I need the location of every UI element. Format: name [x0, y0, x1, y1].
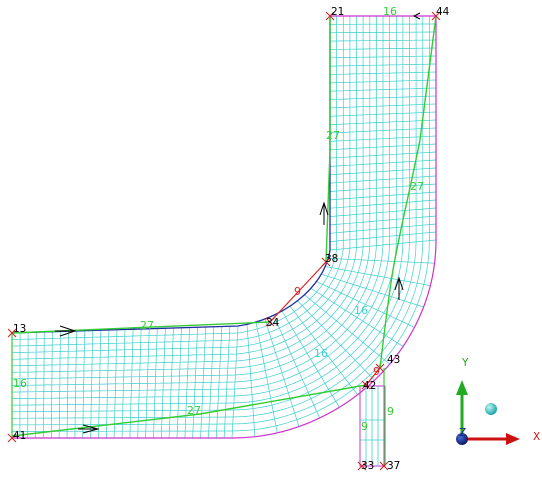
point-label-34: 34	[266, 317, 280, 329]
count-stub-right: 9	[387, 405, 394, 418]
point-label-21: 21	[331, 6, 344, 18]
count-stub-left: 9	[361, 420, 368, 433]
count-bend-lower: 16	[314, 347, 328, 360]
mesh-line	[12, 16, 377, 380]
point-label-42: 42	[363, 380, 376, 392]
axis-label-y: Y	[461, 357, 469, 369]
count-left-cap: 16	[13, 377, 27, 390]
axis-triad: X Y Z	[456, 357, 540, 445]
point-label-41: 41	[13, 430, 26, 442]
point-label-38: 38	[325, 253, 338, 265]
count-top-left-leg: 27	[140, 319, 154, 332]
count-upper-right-leg: 27	[410, 180, 424, 193]
axis-label-x: X	[533, 431, 540, 443]
sphere-icon	[485, 403, 497, 415]
x-axis-arrow-icon	[506, 433, 520, 445]
point-markers	[7, 11, 441, 471]
mesh-line	[11, 16, 337, 340]
mesh-line	[11, 16, 371, 373]
mesh-line	[11, 16, 364, 367]
point-label-37: 37	[387, 460, 400, 472]
count-upper-left-leg: 27	[326, 129, 340, 142]
point-label-13: 13	[13, 323, 26, 335]
axis-label-z: Z	[459, 427, 466, 439]
y-axis-arrow-icon	[456, 380, 468, 395]
mesh-line	[12, 16, 424, 426]
count-top-cap: 16	[383, 5, 397, 18]
mesh-line	[11, 16, 357, 360]
mesh-line	[12, 16, 430, 432]
mesh-viewport[interactable]: 13 41 21 44 38 34 43 42 33 37 16 27 27 2…	[0, 0, 542, 481]
point-label-44: 44	[436, 6, 450, 18]
count-bend-upper: 16	[354, 304, 368, 317]
count-red-cross: 9	[373, 365, 380, 378]
inner-boundary	[11, 16, 331, 334]
count-bottom-left-leg: 27	[187, 404, 201, 417]
point-label-43: 43	[387, 354, 400, 366]
point-label-33: 33	[361, 460, 374, 472]
count-corner-diag: 9	[294, 285, 301, 298]
